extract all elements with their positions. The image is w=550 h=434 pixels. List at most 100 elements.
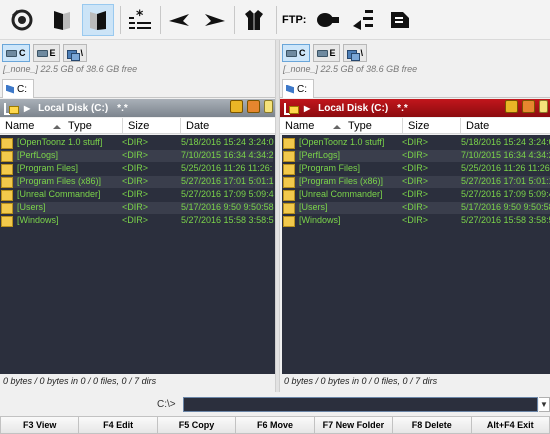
- right-drive-e-button[interactable]: E: [312, 44, 340, 62]
- drive-label: E: [49, 48, 56, 58]
- col-size[interactable]: Size: [408, 120, 429, 132]
- select-mask-icon[interactable]: *: [124, 4, 156, 36]
- col-divider: [460, 118, 461, 134]
- path-arrow-icon: ▶: [304, 103, 311, 113]
- alt-f4-exit-button[interactable]: Alt+F4 Exit: [470, 416, 550, 434]
- drive-label: C: [299, 48, 306, 58]
- f4-edit-button[interactable]: F4 Edit: [78, 416, 157, 434]
- row-name: [PerfLogs]: [299, 150, 341, 160]
- row-date: 5/17/2016 9:50 9:50:58: [461, 202, 550, 212]
- tab-label: C:: [17, 83, 27, 95]
- right-drive-c-button[interactable]: C: [282, 44, 310, 62]
- row-date: 5/27/2016 17:01 5:01:1: [181, 176, 274, 186]
- table-row[interactable]: [Users] <DIR> 5/17/2016 9:50 9:50:58: [0, 202, 274, 214]
- row-name: [Program Files]: [299, 163, 361, 173]
- table-row[interactable]: [OpenToonz 1.0 stuff] <DIR> 5/18/2016 15:2…: [0, 137, 274, 149]
- table-row[interactable]: [PerfLogs] <DIR> 7/10/2015 16:34 4:34:2: [0, 150, 274, 162]
- toolbar-separator: [234, 6, 235, 34]
- history-icon[interactable]: [247, 100, 260, 113]
- left-drive-e-button[interactable]: E: [32, 44, 60, 62]
- command-line-prompt: C:\>: [157, 399, 176, 410]
- function-key-bar: F3 View F4 Edit F5 Copy F6 Move F7 New F…: [0, 416, 550, 434]
- forward-icon[interactable]: [198, 4, 230, 36]
- table-row[interactable]: [Unreal Commander] <DIR> 5/27/2016 17:09 5…: [0, 189, 274, 201]
- refresh-icon[interactable]: [6, 4, 38, 36]
- row-date: 5/27/2016 15:58 3:58:5: [461, 215, 550, 225]
- right-column-header: Name Type Size Date: [280, 118, 550, 134]
- network-icon: [346, 48, 360, 61]
- col-divider: [402, 118, 403, 134]
- col-name[interactable]: Name: [285, 120, 314, 132]
- table-row[interactable]: [Windows] <DIR> 5/27/2016 15:58 3:58:5: [0, 215, 274, 227]
- table-row[interactable]: [Program Files] <DIR> 5/25/2016 11:26 11:2…: [282, 163, 550, 175]
- right-free-space: [_none_] 22.5 GB of 38.6 GB free: [283, 64, 418, 74]
- right-drive-bar: C E \: [282, 44, 368, 62]
- left-network-drive-button[interactable]: \: [62, 44, 88, 62]
- brief-view-icon[interactable]: [46, 4, 78, 36]
- table-row[interactable]: [Users] <DIR> 5/17/2016 9:50 9:50:58: [282, 202, 550, 214]
- right-network-drive-button[interactable]: \: [342, 44, 368, 62]
- col-name[interactable]: Name: [5, 120, 34, 132]
- root-icon[interactable]: [539, 100, 548, 113]
- folder-icon: [283, 151, 295, 162]
- right-status: 0 bytes / 0 bytes in 0 / 0 files, 0 / 7 …: [284, 376, 438, 386]
- left-path-tools: [230, 100, 273, 113]
- col-date[interactable]: Date: [466, 120, 489, 132]
- command-line-input[interactable]: [183, 397, 538, 412]
- drive-icon: [286, 49, 297, 57]
- row-size: <DIR>: [122, 163, 149, 173]
- right-path-bar[interactable]: ▶ Local Disk (C:) *.*: [280, 99, 550, 117]
- svg-text:*: *: [136, 8, 144, 24]
- f6-move-button[interactable]: F6 Move: [235, 416, 314, 434]
- table-row[interactable]: [Unreal Commander] <DIR> 5/27/2016 17:09 5…: [282, 189, 550, 201]
- tree-icon[interactable]: [4, 103, 19, 115]
- row-size: <DIR>: [122, 137, 149, 147]
- path-arrow-icon: ▶: [24, 103, 31, 113]
- f5-copy-button[interactable]: F5 Copy: [156, 416, 236, 434]
- right-path-text: Local Disk (C:): [318, 102, 389, 114]
- left-status: 0 bytes / 0 bytes in 0 / 0 files, 0 / 7 …: [3, 376, 157, 386]
- hotlist-icon[interactable]: [505, 100, 518, 113]
- left-file-list[interactable]: [OpenToonz 1.0 stuff] <DIR> 5/18/2016 15:2…: [0, 135, 275, 374]
- row-date: 5/27/2016 15:58 3:58:5: [181, 215, 274, 225]
- folder-icon: [283, 203, 295, 214]
- left-column-header: Name Type Size Date: [0, 118, 275, 134]
- full-view-icon[interactable]: [82, 4, 114, 36]
- left-path-bar[interactable]: ▶ Local Disk (C:) *.*: [0, 99, 275, 117]
- table-row[interactable]: [Program Files (x86)] <DIR> 5/27/2016 17:0…: [282, 176, 550, 188]
- ftp-disconnect-icon[interactable]: [384, 4, 416, 36]
- f3-view-button[interactable]: F3 View: [0, 416, 79, 434]
- root-icon[interactable]: [264, 100, 273, 113]
- table-row[interactable]: [Program Files (x86)] <DIR> 5/27/2016 17:0…: [0, 176, 274, 188]
- left-tab-c[interactable]: C:: [2, 79, 34, 98]
- ftp-connect-icon[interactable]: [312, 4, 344, 36]
- table-row[interactable]: [Program Files] <DIR> 5/25/2016 11:26 11:2…: [0, 163, 273, 175]
- chevron-down-icon[interactable]: ▼: [539, 397, 550, 412]
- col-date[interactable]: Date: [186, 120, 209, 132]
- col-type[interactable]: Type: [68, 120, 92, 132]
- row-name: [Program Files (x86)]: [17, 176, 102, 186]
- history-icon[interactable]: [522, 100, 535, 113]
- left-drive-c-button[interactable]: C: [2, 44, 30, 62]
- f7-new-folder-button[interactable]: F7 New Folder: [313, 416, 393, 434]
- col-divider: [180, 118, 181, 134]
- ftp-new-icon[interactable]: [348, 4, 380, 36]
- f8-delete-button[interactable]: F8 Delete: [392, 416, 471, 434]
- folder-icon: [283, 190, 295, 201]
- table-row[interactable]: [OpenToonz 1.0 stuff] <DIR> 5/18/2016 15:2…: [282, 137, 550, 149]
- table-row[interactable]: [PerfLogs] <DIR> 7/10/2015 16:34 4:34:2: [282, 150, 550, 162]
- col-type[interactable]: Type: [348, 120, 372, 132]
- folder-icon: [1, 138, 13, 149]
- drive-label: C: [19, 48, 26, 58]
- col-size[interactable]: Size: [128, 120, 149, 132]
- hotlist-icon[interactable]: [230, 100, 243, 113]
- folder-icon: [1, 177, 13, 188]
- back-icon[interactable]: [164, 4, 196, 36]
- right-tab-c[interactable]: C:: [282, 79, 314, 98]
- right-file-list[interactable]: [OpenToonz 1.0 stuff] <DIR> 5/18/2016 15:2…: [282, 135, 550, 374]
- drive-icon: [6, 49, 17, 57]
- tree-icon[interactable]: [284, 103, 299, 115]
- table-row[interactable]: [Windows] <DIR> 5/27/2016 15:58 3:58:5: [282, 215, 550, 227]
- box-icon[interactable]: [238, 4, 270, 36]
- folder-icon: [283, 216, 295, 227]
